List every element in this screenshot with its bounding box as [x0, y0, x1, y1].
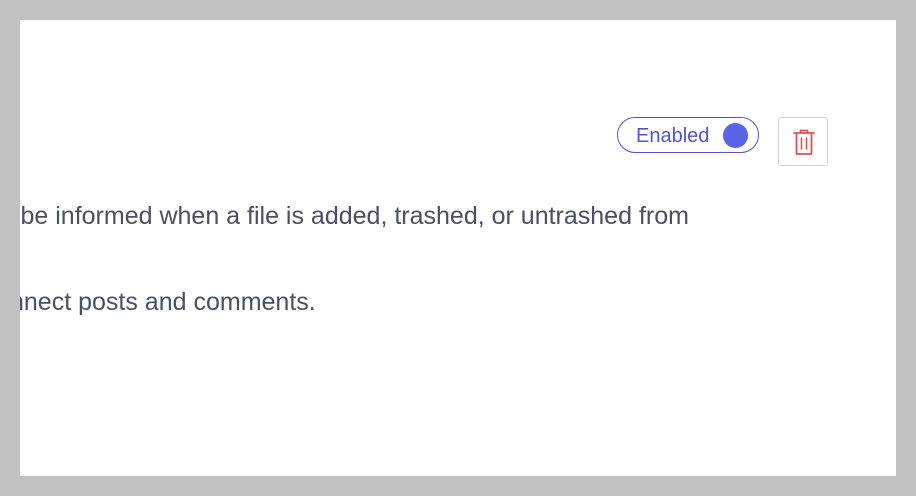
integration-panel: Enabled l be informed when a file is add… — [20, 20, 896, 476]
description-line-2: nnect posts and comments. — [20, 288, 316, 316]
toggle-knob — [723, 123, 748, 148]
delete-button[interactable] — [778, 117, 828, 166]
toggle-label: Enabled — [636, 125, 710, 147]
enabled-toggle[interactable]: Enabled — [617, 117, 759, 153]
description-line-1: l be informed when a file is added, tras… — [20, 202, 689, 230]
